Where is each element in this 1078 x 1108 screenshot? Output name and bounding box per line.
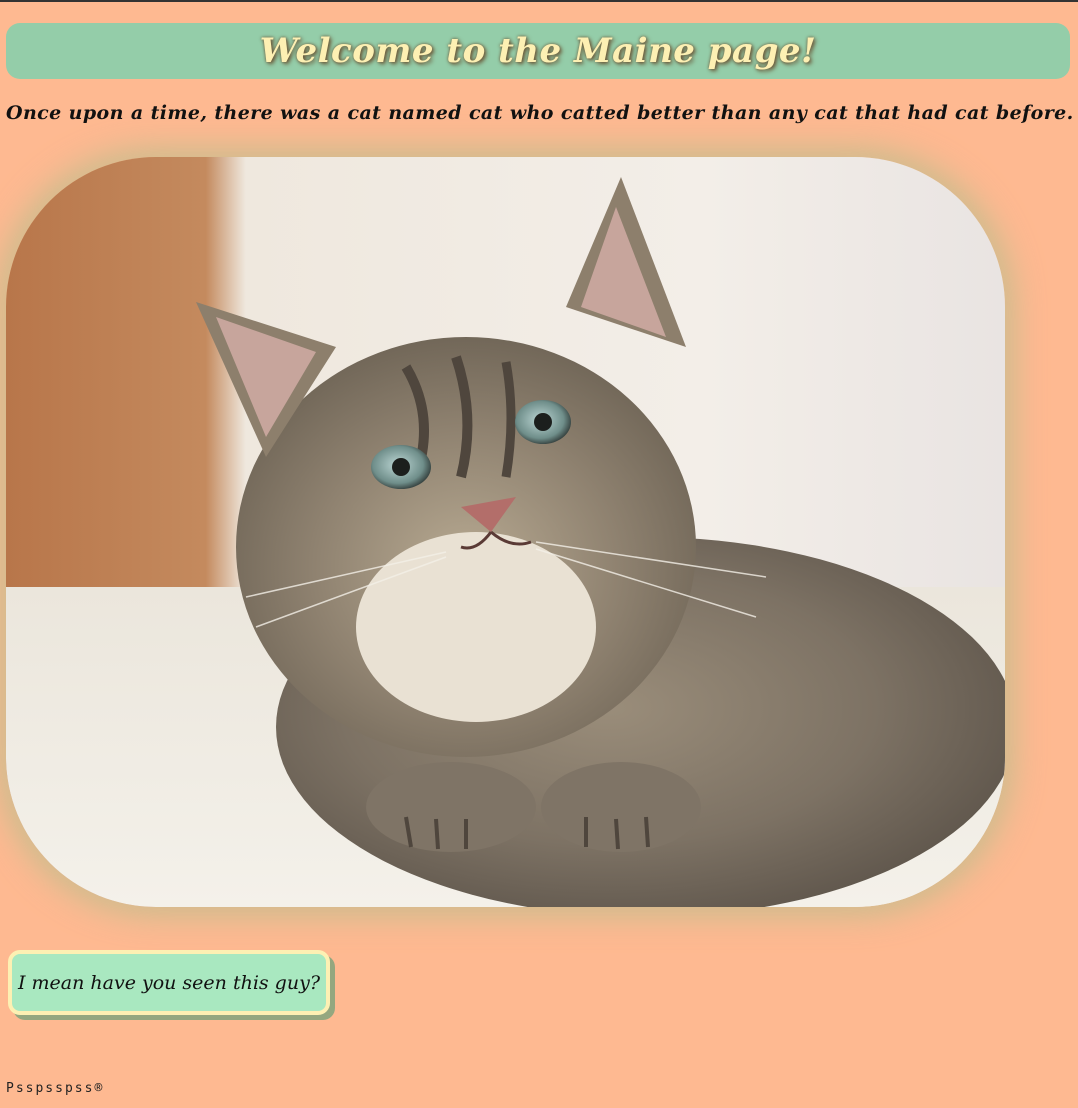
intro-paragraph: Once upon a time, there was a cat named … xyxy=(6,102,1074,124)
page-header: Welcome to the Maine page! xyxy=(6,23,1070,79)
kitten-image xyxy=(6,157,1005,907)
cta-button-label: I mean have you seen this guy? xyxy=(17,971,320,994)
cta-button[interactable]: I mean have you seen this guy? xyxy=(8,950,330,1015)
page-title: Welcome to the Maine page! xyxy=(259,31,817,71)
footer-text: Psspsspss® xyxy=(6,1081,105,1096)
kitten-photo xyxy=(6,157,1005,907)
